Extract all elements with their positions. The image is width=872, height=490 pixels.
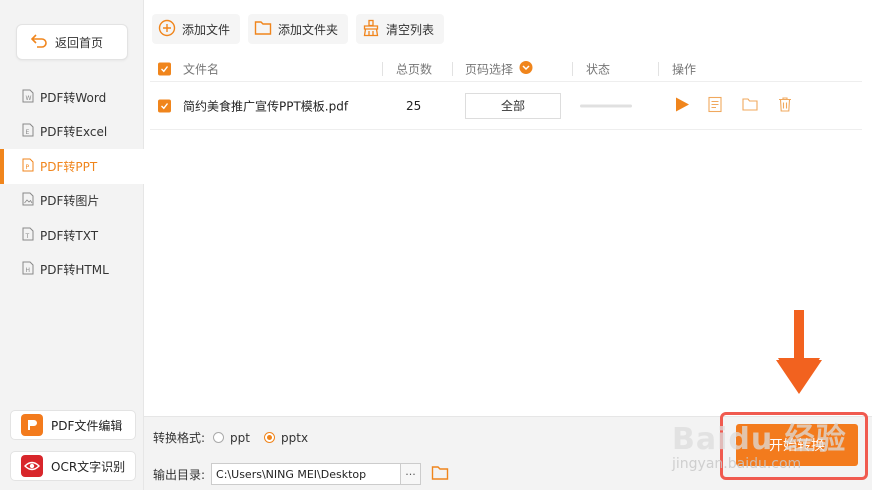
play-icon[interactable] [674,96,690,115]
header-status: 状态 [586,62,611,76]
row-filename: 简约美食推广宣传PPT模板.pdf [183,99,349,113]
sidebar-item-pdf-to-image[interactable]: PDF转图片 [0,184,144,219]
svg-text:E: E [26,129,30,136]
sidebar-item-label: PDF转TXT [40,228,99,243]
header-page-select[interactable]: 页码选择 [465,60,533,77]
header-page-select-label: 页码选择 [465,62,514,76]
header-total-pages: 总页数 [396,62,433,76]
svg-text:T: T [25,233,30,240]
header-divider [572,62,573,76]
add-folder-button[interactable]: 添加文件夹 [248,14,349,44]
ocr-button[interactable]: OCR文字识别 [10,451,136,481]
html-doc-icon: H [22,261,34,278]
chevron-down-icon [519,60,533,77]
header-actions: 操作 [672,62,697,76]
sidebar-item-label: PDF转Excel [40,125,108,140]
txt-doc-icon: T [22,227,34,244]
baidu-watermark: Baidu 经验 jingyan.baidu.com [672,414,847,472]
sidebar-item-label: PDF转Word [40,90,107,105]
pdf-editor-logo-icon [21,414,43,436]
file-preview-icon[interactable] [708,96,722,115]
back-arrow-icon [30,33,47,51]
add-circle-icon [158,19,176,40]
back-home-button[interactable]: 返回首页 [16,24,128,60]
sidebar-item-pdf-to-txt[interactable]: T PDF转TXT [0,218,144,253]
clear-list-button[interactable]: 清空列表 [356,14,445,44]
broom-icon [362,19,380,40]
row-page-count: 25 [406,98,422,113]
ocr-label: OCR文字识别 [51,459,126,474]
output-dir-label: 输出目录: [153,467,206,482]
sidebar-item-label: PDF转PPT [40,159,98,174]
sidebar-item-pdf-to-html[interactable]: H PDF转HTML [0,253,144,288]
page-range-select[interactable]: 全部 [465,92,561,119]
format-radio-ppt[interactable] [213,432,225,443]
format-radio-pptx[interactable] [264,432,275,443]
add-file-button[interactable]: 添加文件 [152,14,241,44]
sidebar-item-pdf-to-ppt[interactable]: P PDF转PPT [0,149,144,184]
sidebar-item-label: PDF转HTML [40,263,109,278]
open-output-folder-icon[interactable] [431,465,449,484]
sidebar-item-label: PDF转图片 [40,194,100,209]
pdf-edit-button[interactable]: PDF文件编辑 [10,410,136,440]
header-divider [382,62,383,76]
row-checkbox[interactable] [158,99,171,112]
header-divider [658,62,659,76]
excel-doc-icon: E [22,123,34,140]
trash-icon[interactable] [778,96,792,115]
svg-text:W: W [26,95,32,102]
format-option-ppt[interactable]: ppt [230,431,250,445]
image-doc-icon [22,192,34,209]
header-divider [452,62,453,76]
output-path-input[interactable] [211,463,402,485]
ocr-eye-logo-icon [21,455,43,477]
table-header: 文件名 总页数 页码选择 状态 操作 [150,56,862,82]
file-table: 文件名 总页数 页码选择 状态 操作 简约美食推广宣传PPT模板.pdf 25 … [150,56,862,130]
folder-icon [254,20,272,39]
sidebar-item-pdf-to-excel[interactable]: E PDF转Excel [0,115,144,150]
open-folder-icon[interactable] [742,97,758,114]
file-toolbar: 添加文件 添加文件夹 清空列表 [152,14,445,44]
add-file-label: 添加文件 [182,22,231,37]
header-filename: 文件名 [183,62,220,76]
annotation-arrow-icon [776,310,822,394]
conversion-progress-bar [580,104,632,107]
back-home-label: 返回首页 [55,35,104,50]
add-folder-label: 添加文件夹 [278,22,339,37]
watermark-main: Baidu 经验 [672,422,847,457]
ppt-doc-icon: P [22,158,34,175]
output-row: 输出目录: ··· [153,463,449,485]
sidebar: 返回首页 W PDF转Word E PDF转Excel P PDF转PPT PD… [0,0,144,490]
format-label: 转换格式: [153,431,206,445]
pdf-edit-label: PDF文件编辑 [51,418,123,433]
browse-button[interactable]: ··· [401,463,422,485]
select-all-checkbox[interactable] [158,62,171,75]
clear-list-label: 清空列表 [386,22,435,37]
svg-text:H: H [26,267,31,274]
word-doc-icon: W [22,89,34,106]
sidebar-item-pdf-to-word[interactable]: W PDF转Word [0,80,144,115]
conversion-nav: W PDF转Word E PDF转Excel P PDF转PPT PDF转图片 … [0,80,144,287]
watermark-sub: jingyan.baidu.com [672,456,802,472]
format-option-pptx[interactable]: pptx [281,431,308,445]
format-row: 转换格式: ppt pptx [153,429,308,446]
svg-text:P: P [26,164,30,171]
table-row: 简约美食推广宣传PPT模板.pdf 25 全部 [150,82,862,130]
